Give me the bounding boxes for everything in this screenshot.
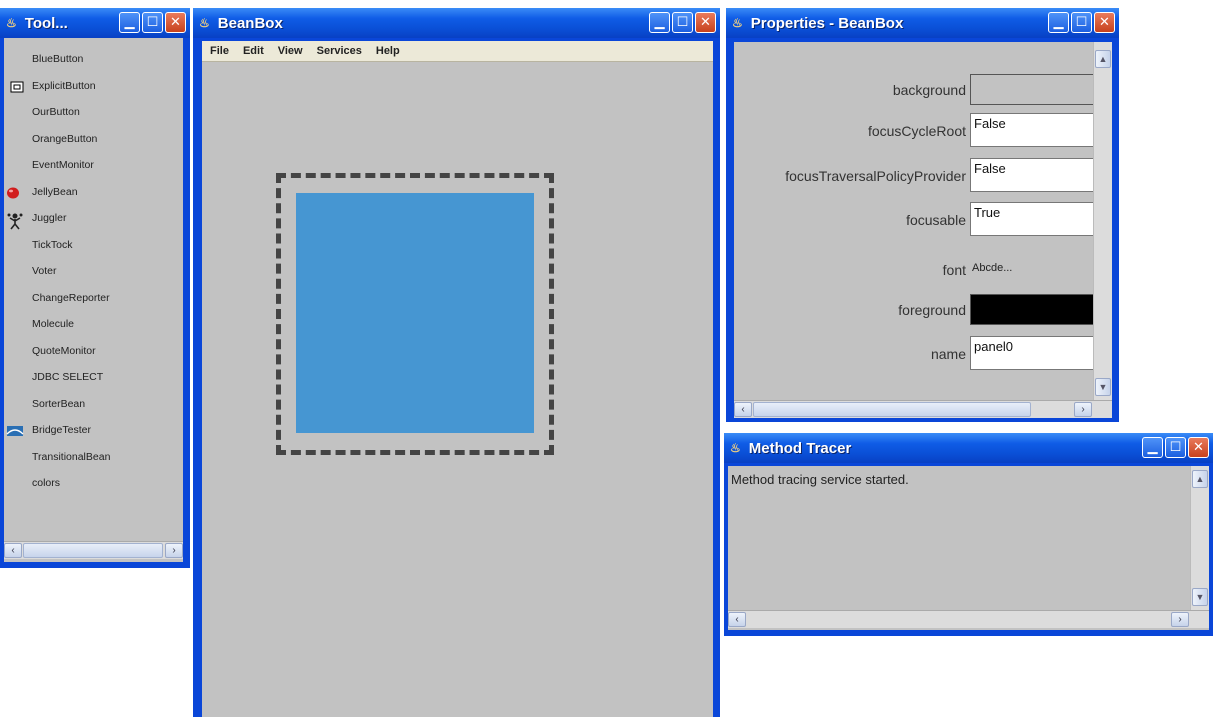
juggler-icon (6, 212, 24, 235)
beanbox-client: File Edit View Services Help (202, 41, 713, 717)
property-label: name (930, 346, 966, 362)
toolbox-item[interactable]: TickTock (32, 240, 72, 251)
property-value-field[interactable]: False (970, 158, 1100, 192)
tracer-client: Method tracing service started. ▲ ▼ ‹ › (728, 466, 1209, 630)
scroll-up-button[interactable]: ▲ (1192, 470, 1208, 488)
scroll-up-button[interactable]: ▲ (1095, 50, 1111, 68)
close-button[interactable]: ✕ (695, 12, 716, 33)
scroll-right-button[interactable]: › (1171, 612, 1189, 627)
tracer-title: Method Tracer (748, 439, 852, 457)
toolbox-item[interactable]: OrangeButton (32, 134, 97, 145)
scroll-down-button[interactable]: ▼ (1192, 588, 1208, 606)
toolbox-item[interactable]: colors (32, 478, 60, 489)
scroll-left-button[interactable]: ‹ (734, 402, 752, 417)
toolbox-item[interactable]: ChangeReporter (32, 293, 110, 304)
scroll-down-button[interactable]: ▼ (1095, 378, 1111, 396)
close-button[interactable]: ✕ (1094, 12, 1115, 33)
property-value[interactable]: Abcde... (972, 262, 1012, 274)
properties-vscroll[interactable]: ▲ ▼ (1093, 42, 1112, 400)
bean-panel[interactable] (296, 193, 534, 433)
properties-titlebar[interactable]: ♨ Properties - BeanBox ▁ ☐ ✕ (726, 8, 1119, 38)
toolbox-item[interactable]: SorterBean (32, 399, 85, 410)
property-sheet: background focusCycleRoot False focusTraver… (734, 42, 1100, 400)
property-color-swatch[interactable] (970, 294, 1100, 325)
property-value-field[interactable]: panel0 (970, 336, 1100, 370)
property-label: focusCycleRoot (867, 123, 966, 139)
menu-help[interactable]: Help (376, 45, 400, 57)
scroll-right-button[interactable]: › (1074, 402, 1092, 417)
properties-title: Properties - BeanBox (750, 14, 904, 32)
tracer-hscroll[interactable]: ‹ › (728, 610, 1209, 628)
minimize-button[interactable]: ▁ (1048, 12, 1069, 33)
toolbox-client: BlueButton ExplicitButton OurButton OrangeB… (4, 38, 183, 562)
maximize-button[interactable]: ☐ (1165, 437, 1186, 458)
properties-client: background focusCycleRoot False focusTraver… (734, 42, 1112, 418)
minimize-button[interactable]: ▁ (1142, 437, 1163, 458)
property-label: foreground (898, 302, 966, 318)
property-label: font (942, 262, 966, 278)
menu-view[interactable]: View (278, 45, 303, 57)
menu-services[interactable]: Services (317, 45, 362, 57)
tracer-window: ♨ Method Tracer ▁ ☐ ✕ Method tracing ser… (724, 433, 1213, 636)
minimize-button[interactable]: ▁ (119, 12, 140, 33)
tracer-titlebar[interactable]: ♨ Method Tracer ▁ ☐ ✕ (724, 433, 1213, 463)
toolbox-item[interactable]: Molecule (32, 319, 74, 330)
toolbox-item[interactable]: Juggler (32, 213, 66, 224)
toolbox-item[interactable]: JellyBean (32, 187, 78, 198)
java-icon: ♨ (730, 441, 741, 455)
maximize-button[interactable]: ☐ (142, 12, 163, 33)
beanbox-title: BeanBox (217, 14, 283, 32)
close-button[interactable]: ✕ (1188, 437, 1209, 458)
java-icon: ♨ (732, 16, 743, 30)
toolbox-item[interactable]: JDBC SELECT (32, 372, 103, 383)
menu-edit[interactable]: Edit (243, 45, 264, 57)
beanbox-window: ♨ BeanBox ▁ ☐ ✕ File Edit View Services … (193, 8, 720, 717)
toolbox-item[interactable]: Voter (32, 266, 57, 277)
property-color-swatch[interactable] (970, 74, 1100, 105)
toolbox-item[interactable]: QuoteMonitor (32, 346, 96, 357)
property-label: focusTraversalPolicyProvider (785, 168, 966, 184)
beanbox-titlebar[interactable]: ♨ BeanBox ▁ ☐ ✕ (193, 8, 720, 38)
property-label: focusable (906, 212, 966, 228)
maximize-button[interactable]: ☐ (672, 12, 693, 33)
toolbox-titlebar[interactable]: ♨ Tool... ▁ ☐ ✕ (0, 8, 190, 38)
toolbox-item[interactable]: EventMonitor (32, 160, 94, 171)
scroll-left-button[interactable]: ‹ (728, 612, 746, 627)
scroll-left-button[interactable]: ‹ (4, 543, 22, 558)
property-value-field[interactable]: False (970, 113, 1100, 147)
scroll-right-button[interactable]: › (165, 543, 183, 558)
bridge-icon (6, 424, 24, 443)
toolbox-hscroll[interactable]: ‹ › (4, 541, 183, 559)
menu-file[interactable]: File (210, 45, 229, 57)
toolbox-item[interactable]: ExplicitButton (32, 81, 96, 92)
properties-window: ♨ Properties - BeanBox ▁ ☐ ✕ background f… (726, 8, 1119, 422)
property-label: background (892, 82, 966, 98)
properties-hscroll[interactable]: ‹ › (734, 400, 1112, 418)
close-button[interactable]: ✕ (165, 12, 186, 33)
toolbox-window: ♨ Tool... ▁ ☐ ✕ BlueButton ExplicitButton… (0, 8, 190, 568)
tracer-vscroll[interactable]: ▲ ▼ (1190, 466, 1209, 610)
toolbox-item[interactable]: TransitionalBean (32, 452, 110, 463)
java-icon: ♨ (6, 16, 17, 30)
toolbox-title: Tool... (24, 14, 68, 32)
jellybean-icon (6, 186, 20, 205)
maximize-button[interactable]: ☐ (1071, 12, 1092, 33)
property-value-field[interactable]: True (970, 202, 1100, 236)
minimize-button[interactable]: ▁ (649, 12, 670, 33)
toolbox-item[interactable]: OurButton (32, 107, 80, 118)
scroll-thumb[interactable] (23, 543, 163, 558)
toolbox-item[interactable]: BlueButton (32, 54, 83, 65)
scroll-thumb[interactable] (753, 402, 1031, 417)
java-icon: ♨ (199, 16, 210, 30)
button-icon (10, 80, 24, 98)
toolbox-item[interactable]: BridgeTester (32, 425, 91, 436)
tracer-output: Method tracing service started. (731, 472, 909, 487)
menu-bar: File Edit View Services Help (202, 41, 713, 62)
